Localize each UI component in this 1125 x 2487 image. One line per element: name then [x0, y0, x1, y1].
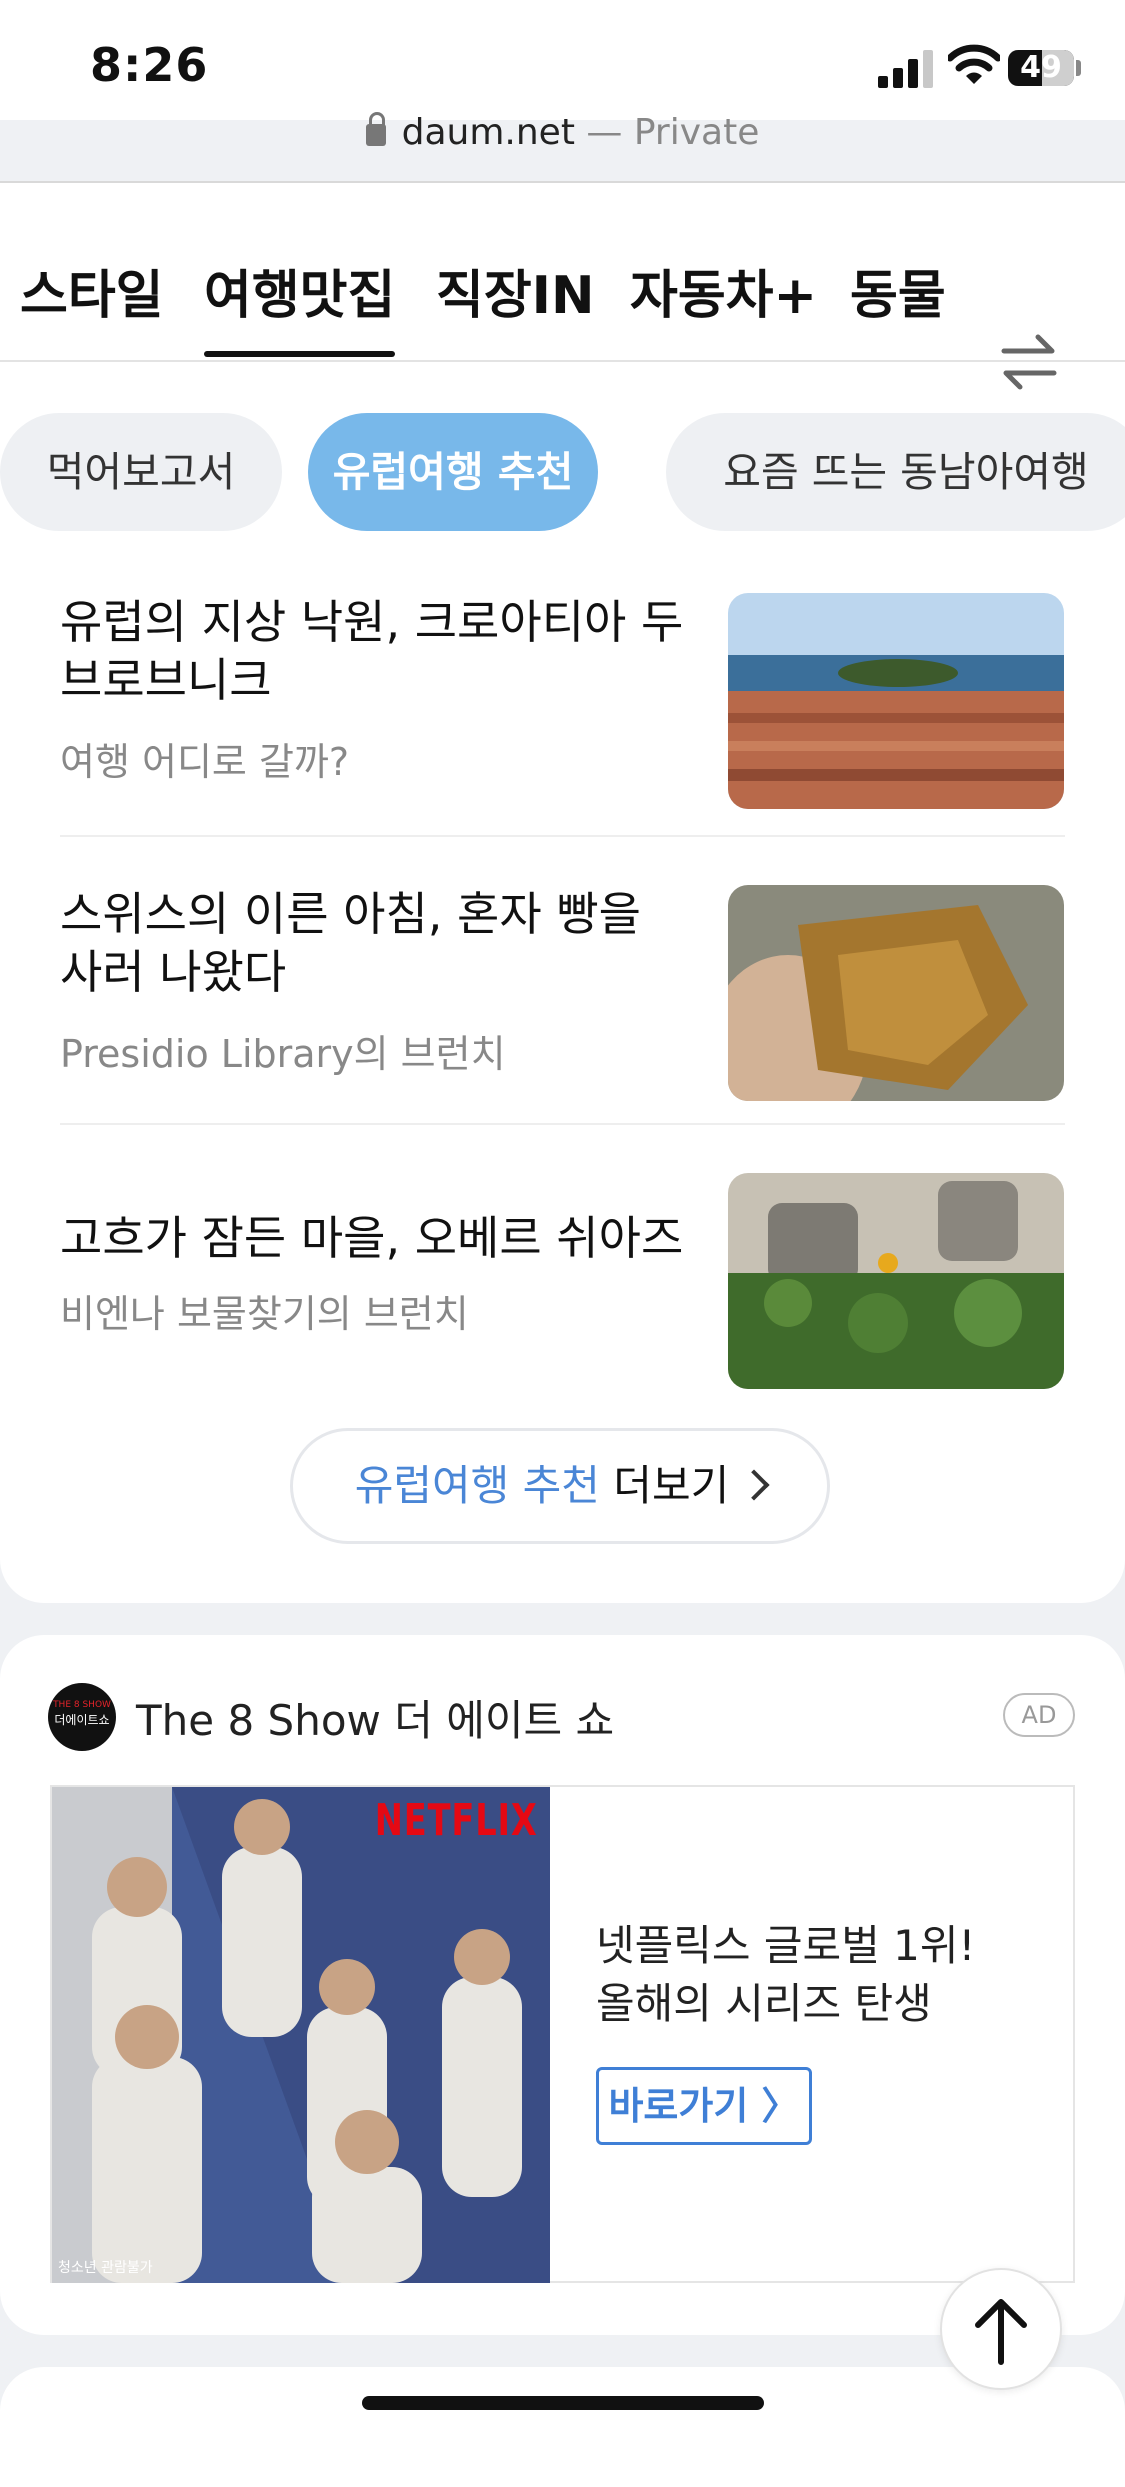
home-indicator [362, 2396, 764, 2410]
category-tabs: 스타일 여행맛집 직장IN 자동차+ 동물 [0, 253, 1125, 390]
article-source: 비엔나 보물찾기의 브런치 [60, 1292, 469, 1336]
tab-animal[interactable]: 동물 [850, 253, 946, 328]
signal-icon [878, 50, 933, 88]
article-thumbnail [728, 1173, 1064, 1389]
ad-poster-image: NETFLIX 청소년 관람불가 [52, 1787, 550, 2283]
advertiser-logo: THE 8 SHOW 더에이트쇼 [48, 1683, 116, 1751]
chip-food[interactable]: 먹어보고서 [0, 413, 282, 531]
advertiser-name[interactable]: The 8 Show 더 에이트 쇼 [136, 1687, 614, 1748]
ad-cta-button[interactable]: 바로가기 〉 [596, 2067, 812, 2145]
ad-banner[interactable]: NETFLIX 청소년 관람불가 넷플릭스 글로벌 1위! 올해의 시리즈 탄생… [50, 1785, 1075, 2283]
list-item[interactable]: 유럽의 지상 낙원, 크로아티아 두브로브니크 여행 어디로 갈까? [60, 593, 1065, 811]
article-thumbnail [728, 593, 1064, 809]
tab-car[interactable]: 자동차+ [630, 253, 817, 328]
arrow-up-icon [975, 2299, 1027, 2365]
list-item[interactable]: 스위스의 이른 아침, 혼자 빵을 사러 나왔다 Presidio Librar… [60, 885, 1065, 1103]
tab-style[interactable]: 스타일 [20, 253, 164, 328]
battery-icon: 49 [1008, 50, 1074, 86]
ad-badge: AD [1003, 1693, 1075, 1737]
scroll-top-button[interactable] [940, 2268, 1062, 2390]
lock-icon [365, 112, 386, 146]
article-source: Presidio Library의 브런치 [60, 1032, 506, 1076]
chip-southeast-asia[interactable]: 요즘 뜨는 동남아여행 [666, 413, 1125, 531]
address-bar[interactable]: daum.net — Private [0, 112, 1125, 153]
ad-card: THE 8 SHOW 더에이트쇼 The 8 Show 더 에이트 쇼 AD N… [0, 1635, 1125, 2335]
list-item[interactable]: 고흐가 잠든 마을, 오베르 쉬아즈 비엔나 보물찾기의 브런치 [60, 1173, 1065, 1391]
swap-icon[interactable] [998, 331, 1060, 393]
status-time: 8:26 [90, 38, 209, 92]
article-title: 유럽의 지상 낙원, 크로아티아 두브로브니크 [60, 595, 684, 707]
age-rating: 청소년 관람불가 [58, 2260, 153, 2276]
article-title: 스위스의 이른 아침, 혼자 빵을 사러 나왔다 [60, 887, 641, 999]
article-title: 고흐가 잠든 마을, 오베르 쉬아즈 [60, 1211, 684, 1265]
tab-work[interactable]: 직장IN [436, 253, 595, 328]
battery-level: 49 [1020, 50, 1062, 85]
tab-travel-food[interactable]: 여행맛집 [204, 253, 396, 357]
see-more-button[interactable]: 유럽여행 추천 더보기 [290, 1428, 830, 1544]
private-label: — Private [574, 112, 760, 153]
url-domain: daum.net [401, 112, 575, 153]
article-source: 여행 어디로 갈까? [60, 740, 350, 784]
content-card: 스타일 여행맛집 직장IN 자동차+ 동물 먹어보고서 유럽여행 추천 요즘 뜨… [0, 183, 1125, 1603]
chevron-right-icon [738, 1469, 770, 1501]
wifi-icon [948, 44, 1000, 84]
netflix-logo: NETFLIX [375, 1795, 538, 1846]
status-bar: 8:26 49 daum.net — Private [0, 0, 1125, 153]
chip-europe-travel[interactable]: 유럽여행 추천 [308, 413, 598, 531]
article-thumbnail [728, 885, 1064, 1101]
ad-headline: 넷플릭스 글로벌 1위! 올해의 시리즈 탄생 [596, 1921, 976, 2028]
